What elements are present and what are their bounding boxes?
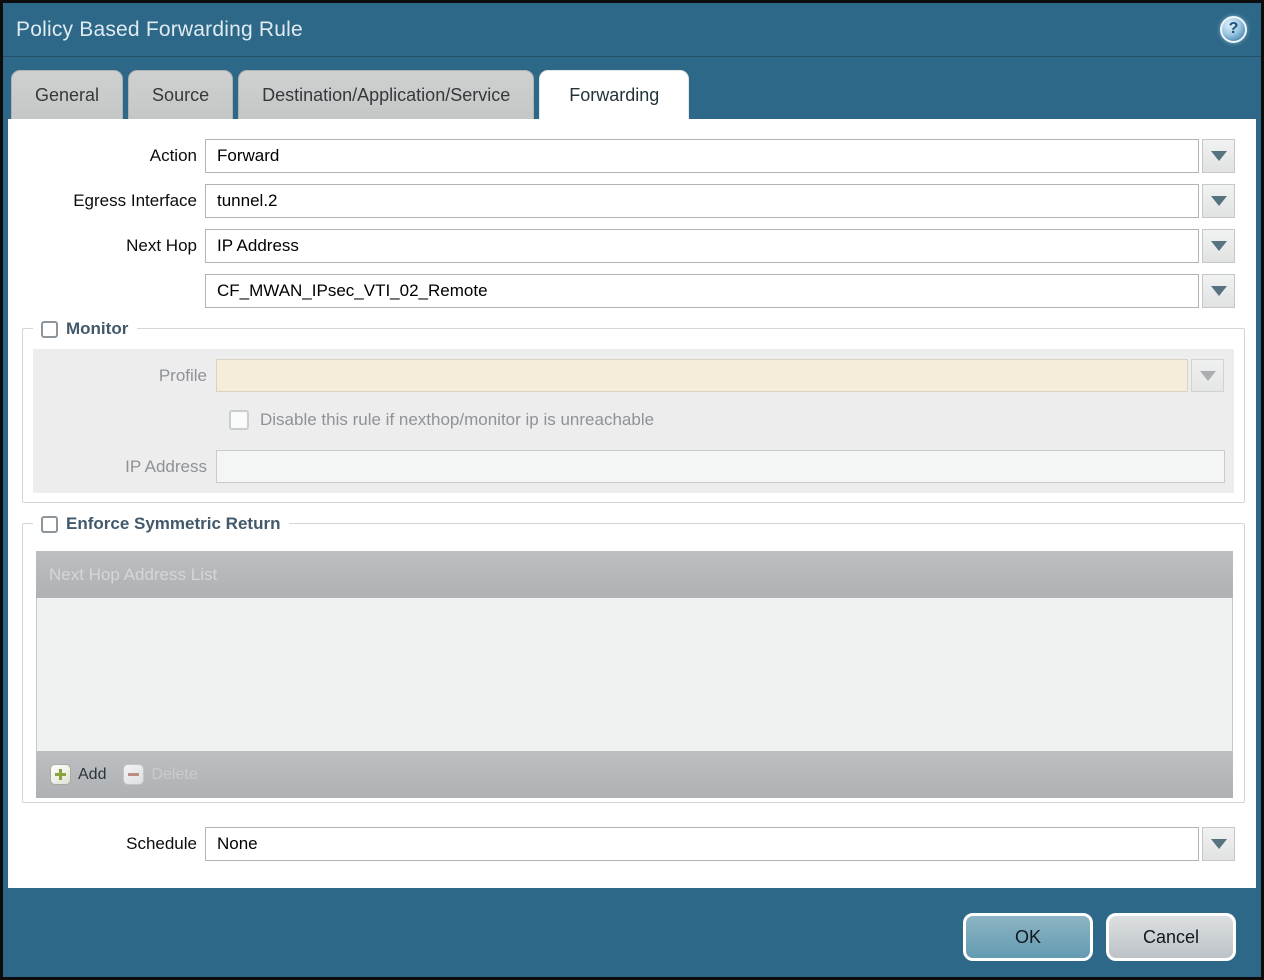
symmetric-return-legend: Enforce Symmetric Return bbox=[33, 514, 289, 534]
dialog-footer: OK Cancel bbox=[3, 888, 1261, 977]
symmetric-return-checkbox[interactable] bbox=[41, 516, 58, 533]
profile-row: Profile bbox=[33, 359, 1234, 392]
next-hop-address-column-header: Next Hop Address List bbox=[49, 565, 217, 585]
tab-source[interactable]: Source bbox=[128, 70, 233, 119]
disable-rule-checkbox-disabled bbox=[229, 410, 249, 430]
cancel-button[interactable]: Cancel bbox=[1106, 913, 1236, 961]
add-button-label: Add bbox=[78, 766, 106, 784]
disable-rule-row: Disable this rule if nexthop/monitor ip … bbox=[229, 410, 1234, 430]
egress-interface-label: Egress Interface bbox=[8, 191, 205, 211]
egress-interface-select[interactable]: tunnel.2 bbox=[205, 184, 1199, 218]
dialog-titlebar: Policy Based Forwarding Rule ? bbox=[3, 3, 1261, 57]
tab-destination-application-service[interactable]: Destination/Application/Service bbox=[238, 70, 534, 119]
forwarding-tab-panel: Action Forward Egress Interface tunnel.2… bbox=[8, 119, 1256, 888]
monitor-checkbox[interactable] bbox=[41, 321, 58, 338]
schedule-row: Schedule None bbox=[8, 827, 1256, 861]
monitor-legend: Monitor bbox=[33, 319, 137, 339]
next-hop-label: Next Hop bbox=[8, 236, 205, 256]
action-label: Action bbox=[8, 146, 205, 166]
tab-forwarding[interactable]: Forwarding bbox=[539, 70, 689, 119]
delete-button-disabled: Delete bbox=[118, 762, 202, 787]
next-hop-type-dropdown-button[interactable] bbox=[1202, 229, 1235, 263]
profile-select-disabled bbox=[216, 359, 1188, 392]
next-hop-address-table-body bbox=[36, 598, 1233, 751]
action-dropdown-button[interactable] bbox=[1202, 139, 1235, 173]
monitor-section-label: Monitor bbox=[66, 319, 128, 339]
chevron-down-icon bbox=[1200, 371, 1216, 381]
chevron-down-icon bbox=[1211, 151, 1227, 161]
chevron-down-icon bbox=[1211, 241, 1227, 251]
chevron-down-icon bbox=[1211, 196, 1227, 206]
disable-rule-label: Disable this rule if nexthop/monitor ip … bbox=[260, 410, 654, 430]
next-hop-row: Next Hop IP Address bbox=[8, 229, 1256, 263]
monitor-ip-address-input-disabled bbox=[216, 450, 1225, 483]
next-hop-address-row: CF_MWAN_IPsec_VTI_02_Remote bbox=[8, 274, 1256, 308]
next-hop-type-select[interactable]: IP Address bbox=[205, 229, 1199, 263]
plus-icon bbox=[50, 764, 71, 785]
monitor-ip-address-row: IP Address bbox=[33, 450, 1234, 483]
schedule-select[interactable]: None bbox=[205, 827, 1199, 861]
monitor-disabled-panel: Profile Disable this rule if nexthop/mon… bbox=[33, 349, 1234, 493]
chevron-down-icon bbox=[1211, 286, 1227, 296]
monitor-ip-address-label: IP Address bbox=[33, 457, 216, 477]
dialog-title: Policy Based Forwarding Rule bbox=[16, 18, 1220, 42]
next-hop-address-table-toolbar: Add Delete bbox=[36, 751, 1233, 798]
egress-interface-row: Egress Interface tunnel.2 bbox=[8, 184, 1256, 218]
chevron-down-icon bbox=[1211, 839, 1227, 849]
action-row: Action Forward bbox=[8, 139, 1256, 173]
help-glyph: ? bbox=[1229, 21, 1239, 37]
add-button[interactable]: Add bbox=[45, 762, 111, 787]
delete-button-label: Delete bbox=[151, 766, 197, 784]
schedule-dropdown-button[interactable] bbox=[1202, 827, 1235, 861]
minus-icon bbox=[123, 764, 144, 785]
next-hop-address-table-header: Next Hop Address List bbox=[36, 551, 1233, 598]
next-hop-address-select[interactable]: CF_MWAN_IPsec_VTI_02_Remote bbox=[205, 274, 1199, 308]
ok-button[interactable]: OK bbox=[963, 913, 1093, 961]
profile-label: Profile bbox=[33, 366, 216, 386]
help-icon[interactable]: ? bbox=[1220, 16, 1247, 43]
tab-general[interactable]: General bbox=[11, 70, 123, 119]
symmetric-return-section-label: Enforce Symmetric Return bbox=[66, 514, 280, 534]
egress-interface-dropdown-button[interactable] bbox=[1202, 184, 1235, 218]
schedule-label: Schedule bbox=[8, 834, 205, 854]
monitor-section: Monitor Profile Disable this rule if nex… bbox=[22, 328, 1245, 503]
profile-dropdown-button-disabled bbox=[1191, 359, 1224, 392]
next-hop-address-table: Next Hop Address List Add Delete bbox=[36, 551, 1233, 798]
next-hop-address-dropdown-button[interactable] bbox=[1202, 274, 1235, 308]
action-select[interactable]: Forward bbox=[205, 139, 1199, 173]
pbf-rule-dialog: Policy Based Forwarding Rule ? General S… bbox=[0, 0, 1264, 980]
tab-bar: General Source Destination/Application/S… bbox=[3, 57, 1261, 119]
symmetric-return-section: Enforce Symmetric Return Next Hop Addres… bbox=[22, 523, 1245, 803]
